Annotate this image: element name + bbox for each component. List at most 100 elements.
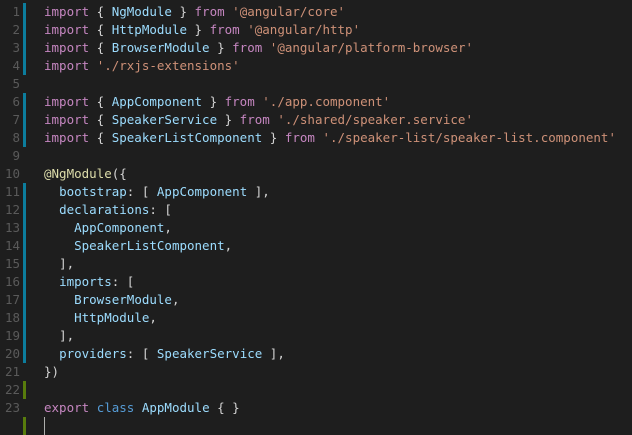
line-number: 15 [4, 256, 20, 271]
code-line[interactable]: 20 providers: [ SpeakerService ], [0, 345, 632, 363]
code-line[interactable]: 17 BrowserModule, [0, 291, 632, 309]
code-text: declarations: [ [44, 201, 172, 219]
line-number: 19 [4, 328, 20, 343]
code-token-ident: SpeakerService [111, 112, 218, 127]
code-line[interactable]: 12 declarations: [ [0, 201, 632, 219]
git-modified-marker [23, 345, 26, 363]
code-token-punct: } [209, 40, 233, 55]
code-line[interactable]: 1 import { NgModule } from '@angular/core… [0, 3, 632, 21]
code-token-punct [89, 400, 97, 415]
code-token-punct [44, 274, 59, 289]
code-line[interactable]: 23 export class AppModule { } [0, 399, 632, 417]
code-line[interactable]: 16 imports: [ [0, 273, 632, 291]
code-token-punct: { [89, 130, 112, 145]
git-modified-marker [23, 57, 26, 75]
git-modified-marker [23, 237, 26, 255]
code-text: bootstrap: [ AppComponent ], [44, 183, 270, 201]
code-token-punct: ], [59, 256, 75, 271]
code-line[interactable]: 11 bootstrap: [ AppComponent ], [0, 183, 632, 201]
code-text: }) [44, 363, 59, 381]
code-token-punct: { } [209, 400, 240, 415]
code-token-keyword: import [44, 112, 90, 127]
git-modified-marker [23, 111, 26, 129]
code-token-punct [134, 400, 142, 415]
line-number: 16 [4, 274, 20, 289]
code-token-punct [262, 40, 270, 55]
code-token-punct [44, 328, 59, 343]
git-added-marker [23, 417, 26, 435]
git-modified-marker [23, 291, 26, 309]
code-token-punct: ], [59, 328, 75, 343]
line-number: 10 [4, 166, 20, 181]
code-token-punct: ], [247, 184, 270, 199]
code-token-string: './rxjs-extensions' [96, 58, 240, 73]
code-token-ident: HttpModule [111, 22, 187, 37]
code-token-string: './app.component' [262, 94, 391, 109]
line-number: 21 [4, 364, 20, 379]
code-token-punct: , [149, 310, 157, 325]
line-number: 4 [12, 58, 20, 73]
code-token-ident: bootstrap [59, 184, 127, 199]
line-number: 8 [12, 130, 20, 145]
code-line[interactable]: 15 ], [0, 255, 632, 273]
line-number: 3 [12, 40, 20, 55]
code-token-punct: { [89, 22, 112, 37]
line-number: 7 [12, 112, 20, 127]
code-token-punct: } [262, 130, 285, 145]
gutter-marker [23, 147, 26, 165]
code-text: import { NgModule } from '@angular/core' [44, 3, 345, 21]
code-token-ident: BrowserModule [74, 292, 172, 307]
code-token-decorator: @NgModule [44, 166, 112, 181]
code-token-ident: AppComponent [74, 220, 165, 235]
gutter-marker [23, 399, 26, 417]
code-token-keyword: from [194, 4, 225, 19]
code-editor[interactable]: 1 import { NgModule } from '@angular/core… [0, 0, 632, 435]
git-modified-marker [23, 183, 26, 201]
code-line[interactable]: 8 import { SpeakerListComponent } from '.… [0, 129, 632, 147]
code-line[interactable]: 14 SpeakerListComponent, [0, 237, 632, 255]
code-line[interactable]: 4 import './rxjs-extensions' [0, 57, 632, 75]
code-token-punct: { [89, 40, 112, 55]
code-line[interactable]: 13 AppComponent, [0, 219, 632, 237]
code-line[interactable]: 19 ], [0, 327, 632, 345]
line-number: 13 [4, 220, 20, 235]
code-text: import { HttpModule } from '@angular/htt… [44, 21, 360, 39]
code-token-string: './shared/speaker.service' [277, 112, 473, 127]
code-line[interactable]: 9 [0, 147, 632, 165]
line-number: 12 [4, 202, 20, 217]
code-token-punct: { [89, 4, 112, 19]
code-line[interactable]: 10 @NgModule({ [0, 165, 632, 183]
code-text: HttpModule, [44, 309, 157, 327]
git-modified-marker [23, 39, 26, 57]
code-line[interactable]: 18 HttpModule, [0, 309, 632, 327]
code-line[interactable]: 3 import { BrowserModule } from '@angular… [0, 39, 632, 57]
code-token-string: '@angular/http' [247, 22, 361, 37]
code-line[interactable]: 5 [0, 75, 632, 93]
code-text: imports: [ [44, 273, 134, 291]
line-number: 5 [12, 76, 20, 91]
code-token-punct: , [164, 220, 172, 235]
git-modified-marker [23, 327, 26, 345]
code-token-punct: ], [262, 346, 285, 361]
code-token-ident: AppComponent [156, 184, 248, 199]
code-token-punct: }) [44, 364, 60, 379]
code-line[interactable]: 2 import { HttpModule } from '@angular/ht… [0, 21, 632, 39]
line-number: 9 [12, 148, 20, 163]
code-token-punct [44, 310, 74, 325]
git-modified-marker [23, 3, 26, 21]
code-text: AppComponent, [44, 219, 172, 237]
code-text: ], [44, 327, 74, 345]
code-line[interactable]: 22 [0, 381, 632, 399]
code-line[interactable]: 6 import { AppComponent } from './app.com… [0, 93, 632, 111]
line-number: 1 [12, 4, 20, 19]
line-number: 6 [12, 94, 20, 109]
code-token-punct: } [187, 22, 210, 37]
code-line[interactable] [0, 417, 632, 435]
code-token-keyword: import [44, 58, 90, 73]
line-number: 20 [4, 346, 20, 361]
git-modified-marker [23, 219, 26, 237]
code-token-string: '@angular/core' [232, 4, 346, 19]
code-line[interactable]: 7 import { SpeakerService } from './share… [0, 111, 632, 129]
code-token-punct: } [217, 112, 240, 127]
code-line[interactable]: 21}) [0, 363, 632, 381]
